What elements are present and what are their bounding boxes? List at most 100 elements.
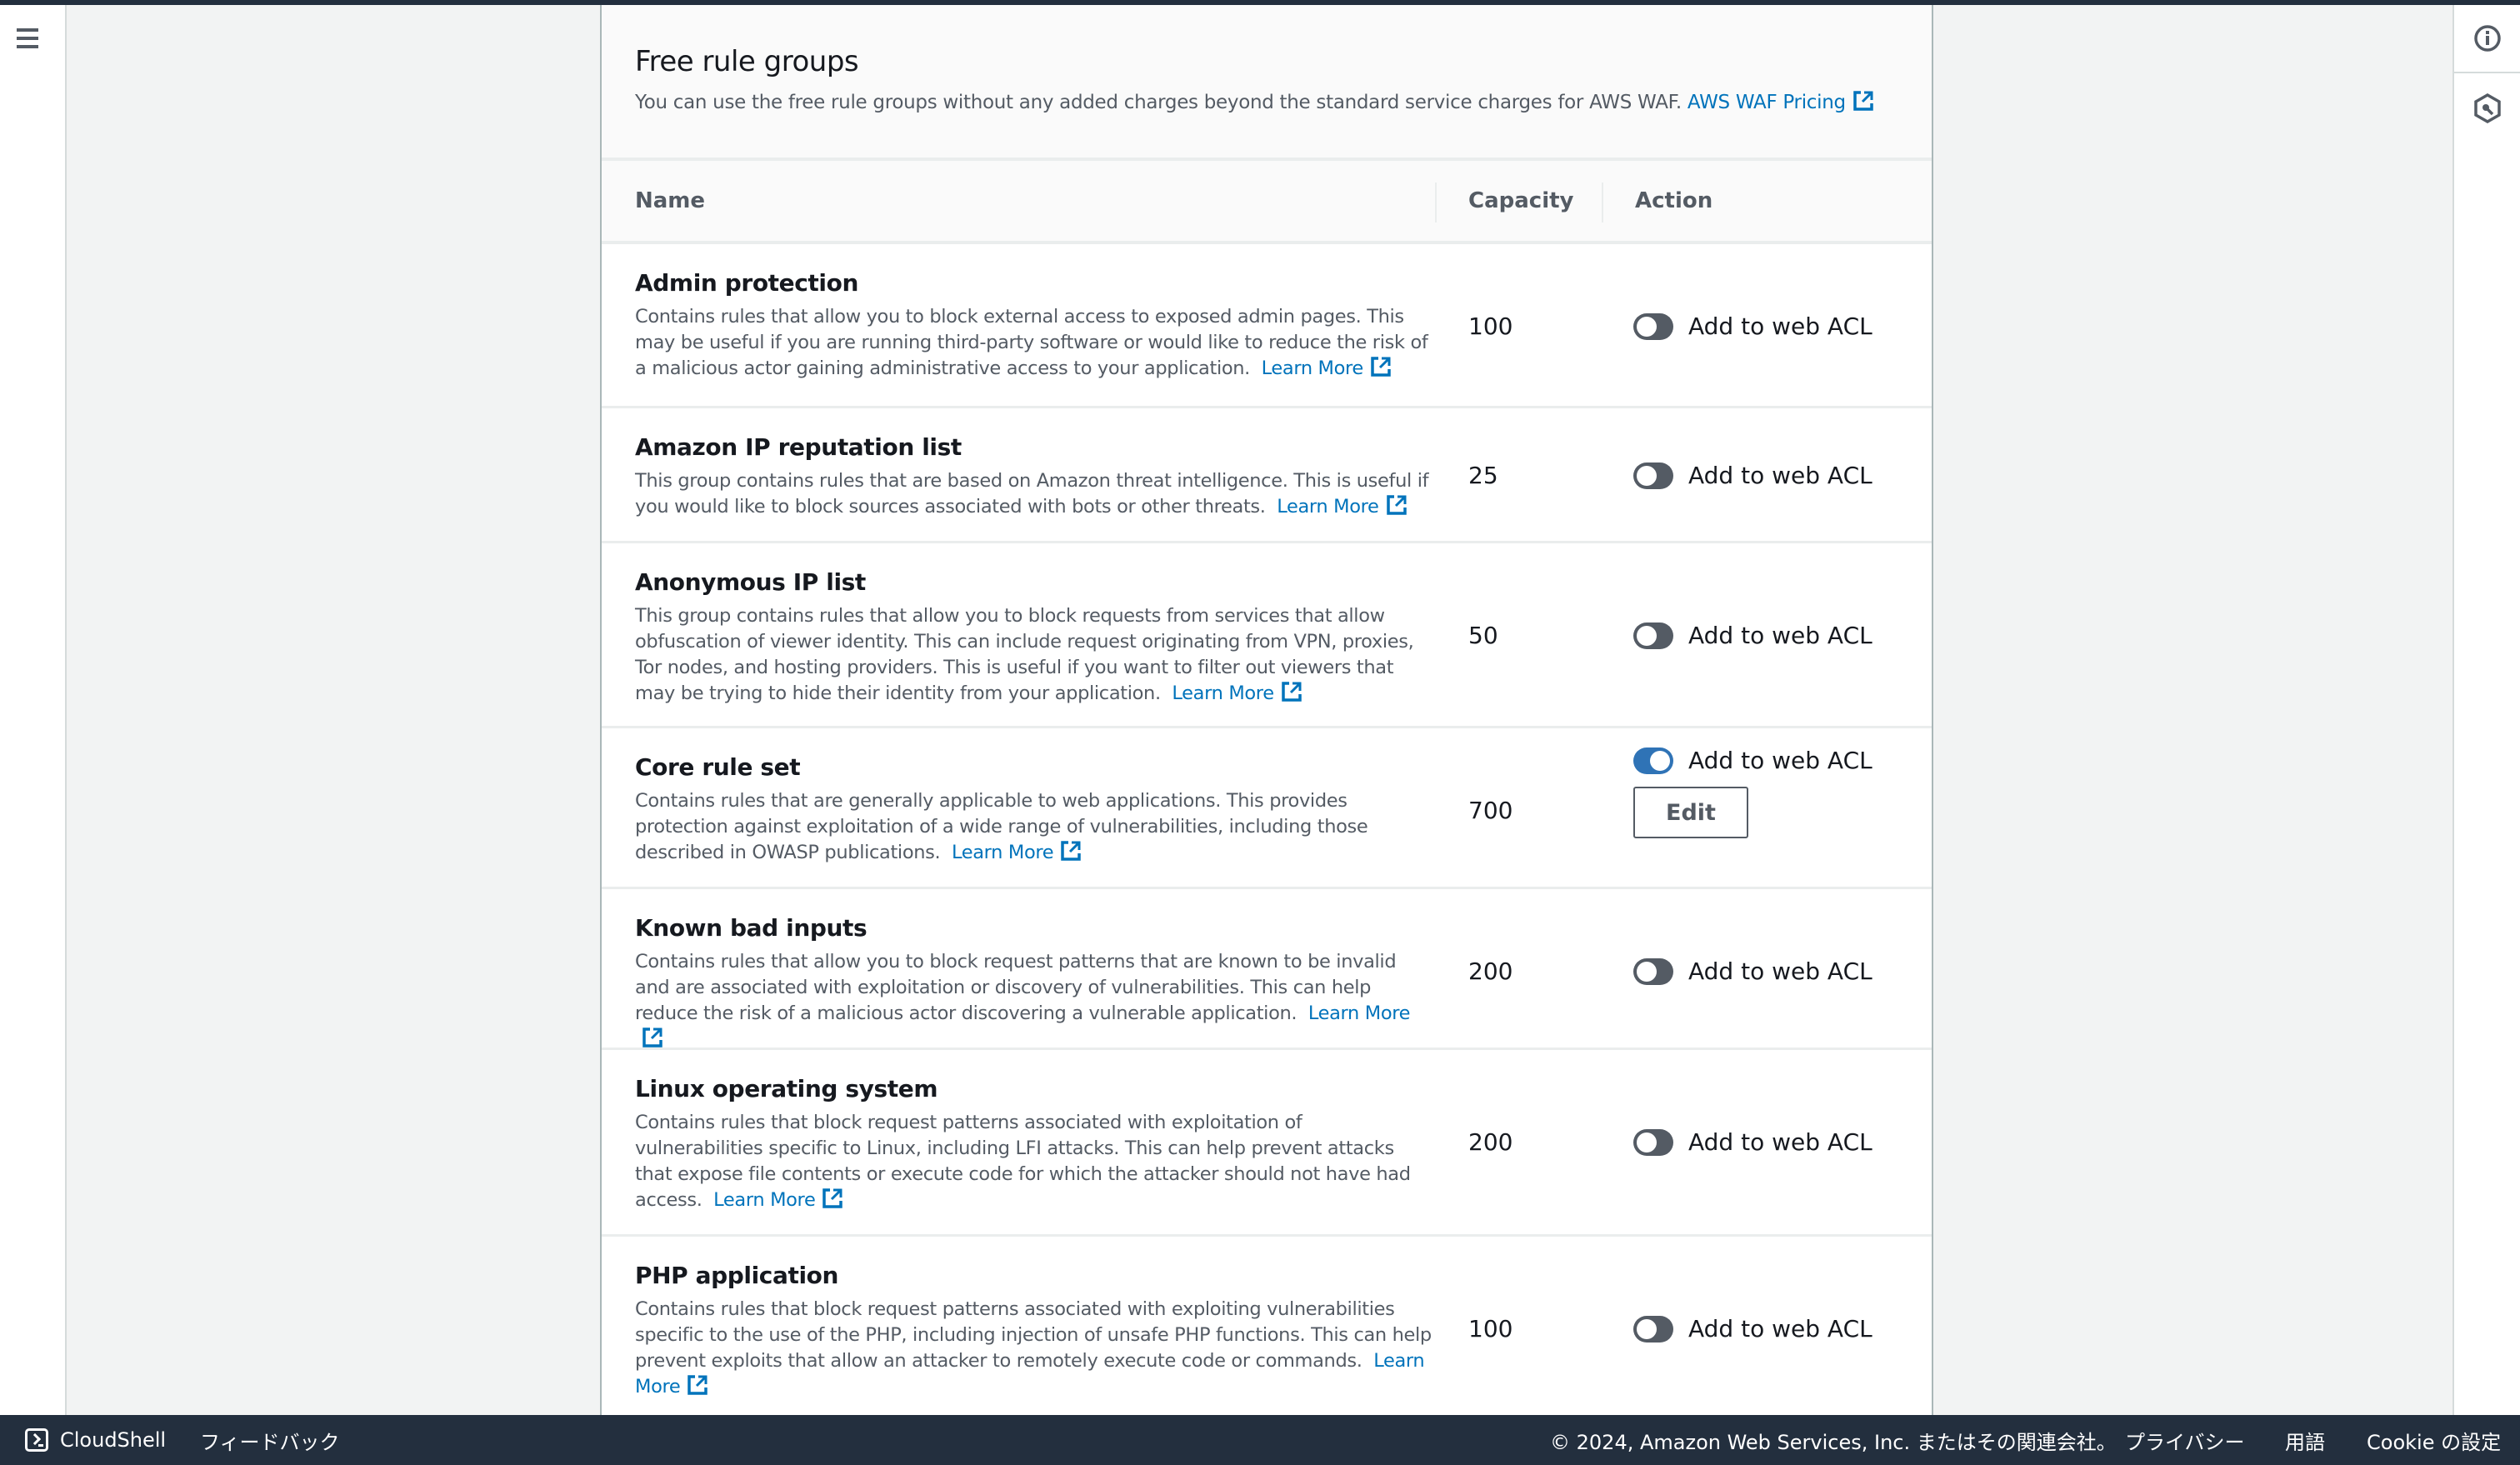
aws-waf-pricing-link[interactable]: AWS WAF Pricing: [1687, 91, 1874, 113]
rule-group-capacity: 100: [1468, 1315, 1513, 1342]
learn-more-label: Learn More: [1277, 496, 1379, 518]
hexagon-search-icon: [2473, 93, 2501, 123]
feedback-link[interactable]: フィードバック: [200, 1415, 340, 1465]
edit-rule-group-button[interactable]: Edit: [1633, 787, 1748, 838]
rule-group-description: Contains rules that are generally applic…: [635, 788, 1435, 866]
add-to-web-acl-control: Add to web ACL: [1633, 1315, 1872, 1342]
hexagon-search-button[interactable]: [2454, 75, 2520, 142]
rule-group-capacity: 25: [1468, 462, 1498, 489]
learn-more-link[interactable]: Learn More: [1277, 495, 1407, 518]
rule-group-description: Contains rules that block request patter…: [635, 1297, 1435, 1400]
add-to-web-acl-control: Add to web ACL: [1633, 747, 1872, 774]
toggle-knob: [1637, 625, 1657, 646]
learn-more-label: Learn More: [1172, 682, 1274, 704]
privacy-link[interactable]: プライバシー: [2125, 1415, 2245, 1465]
column-header-name[interactable]: Name: [635, 161, 705, 241]
table-row: Admin protection Contains rules that allo…: [602, 244, 1932, 408]
learn-more-label: Learn More: [1261, 358, 1364, 379]
external-link-icon: [642, 1028, 662, 1048]
add-to-web-acl-label: Add to web ACL: [1688, 1128, 1872, 1156]
terms-link[interactable]: 用語: [2285, 1415, 2325, 1465]
add-to-web-acl-label: Add to web ACL: [1688, 1315, 1872, 1342]
add-to-web-acl-label: Add to web ACL: [1688, 622, 1872, 649]
rule-group-capacity: 100: [1468, 312, 1513, 340]
external-link-icon: [1371, 357, 1391, 377]
rule-group-description: Contains rules that block request patter…: [635, 1110, 1435, 1213]
rule-group-capacity: 200: [1468, 958, 1513, 985]
rule-group-name: Known bad inputs: [635, 914, 868, 942]
add-to-web-acl-control: Add to web ACL: [1633, 462, 1872, 489]
learn-more-label: Learn More: [951, 842, 1054, 863]
learn-more-link[interactable]: Learn More: [1172, 682, 1302, 704]
info-icon: [2473, 25, 2501, 52]
add-to-web-acl-control: Add to web ACL: [1633, 622, 1872, 649]
cloudshell-icon: [25, 1428, 48, 1452]
add-to-web-acl-control: Add to web ACL: [1633, 1128, 1872, 1156]
rule-group-description: Contains rules that allow you to block r…: [635, 949, 1435, 1052]
add-to-web-acl-toggle[interactable]: [1633, 462, 1673, 489]
aws-waf-pricing-label: AWS WAF Pricing: [1687, 92, 1846, 113]
toggle-knob: [1637, 1132, 1657, 1152]
panel-description: You can use the free rule groups without…: [635, 90, 1874, 113]
external-link-icon: [1853, 91, 1873, 111]
add-to-web-acl-label: Add to web ACL: [1688, 958, 1872, 985]
add-to-web-acl-toggle[interactable]: [1633, 1128, 1673, 1156]
cloudshell-button[interactable]: CloudShell: [25, 1415, 166, 1465]
toggle-knob: [1637, 465, 1657, 486]
learn-more-link[interactable]: Learn More: [713, 1188, 843, 1211]
rule-group-description: This group contains rules that are based…: [635, 468, 1435, 520]
column-divider: [1435, 182, 1437, 222]
learn-more-link[interactable]: Learn More: [951, 841, 1082, 863]
external-link-icon: [1386, 495, 1407, 515]
external-link-icon: [1281, 682, 1302, 702]
toggle-knob: [1637, 1318, 1657, 1339]
add-to-web-acl-label: Add to web ACL: [1688, 462, 1872, 489]
column-divider: [1602, 182, 1603, 222]
rule-group-name: PHP application: [635, 1262, 839, 1289]
cloudshell-label: CloudShell: [60, 1428, 167, 1452]
learn-more-link[interactable]: Learn More: [1261, 357, 1392, 379]
rule-group-description: Contains rules that allow you to block e…: [635, 304, 1435, 382]
console-footer: CloudShell フィードバック © 2024, Amazon Web Se…: [0, 1415, 2520, 1465]
add-to-web-acl-label: Add to web ACL: [1688, 312, 1872, 340]
rule-group-capacity: 200: [1468, 1128, 1513, 1156]
rule-group-description-text: Contains rules that allow you to block r…: [635, 951, 1397, 1024]
add-to-web-acl-control: Add to web ACL: [1633, 958, 1872, 985]
table-row: Linux operating system Contains rules tha…: [602, 1050, 1932, 1237]
external-link-icon: [1061, 841, 1082, 861]
column-header-action[interactable]: Action: [1635, 161, 1712, 241]
external-link-icon: [822, 1188, 843, 1208]
add-to-web-acl-toggle[interactable]: [1633, 622, 1673, 649]
column-header-capacity[interactable]: Capacity: [1468, 161, 1573, 241]
toggle-knob: [1637, 961, 1657, 982]
rule-group-name: Anonymous IP list: [635, 568, 866, 596]
rule-group-name: Core rule set: [635, 753, 801, 781]
add-to-web-acl-toggle[interactable]: [1633, 958, 1673, 985]
panel-description-text: You can use the free rule groups without…: [635, 92, 1682, 113]
panel-title: Free rule groups: [635, 45, 859, 78]
learn-more-label: Learn More: [713, 1189, 816, 1211]
rule-group-name: Amazon IP reputation list: [635, 433, 962, 461]
add-to-web-acl-label: Add to web ACL: [1688, 747, 1872, 774]
rule-group-description: This group contains rules that allow you…: [635, 603, 1435, 707]
cookie-settings-link[interactable]: Cookie の設定: [2367, 1415, 2501, 1465]
add-to-web-acl-toggle[interactable]: [1633, 1315, 1673, 1342]
toggle-knob: [1637, 316, 1657, 337]
rule-group-name: Admin protection: [635, 269, 858, 297]
table-header: Name Capacity Action: [602, 161, 1932, 244]
table-row: Known bad inputs Contains rules that allo…: [602, 889, 1932, 1050]
copyright-text: © 2024, Amazon Web Services, Inc. またはその関…: [1550, 1430, 2117, 1454]
add-to-web-acl-control: Add to web ACL: [1633, 312, 1872, 340]
free-rule-groups-panel: Free rule groups You can use the free ru…: [600, 5, 1933, 1415]
hamburger-menu-icon[interactable]: [17, 28, 38, 50]
rule-group-name: Linux operating system: [635, 1075, 938, 1102]
add-to-web-acl-toggle[interactable]: [1633, 312, 1673, 340]
info-button[interactable]: [2454, 5, 2520, 73]
table-row: PHP application Contains rules that block…: [602, 1237, 1932, 1415]
left-navigation-rail: [0, 5, 67, 1415]
table-row: Amazon IP reputation list This group cont…: [602, 408, 1932, 543]
external-link-icon: [688, 1375, 708, 1395]
panel-header: Free rule groups You can use the free ru…: [602, 5, 1932, 161]
rule-group-capacity: 50: [1468, 622, 1498, 649]
add-to-web-acl-toggle[interactable]: [1633, 747, 1673, 774]
